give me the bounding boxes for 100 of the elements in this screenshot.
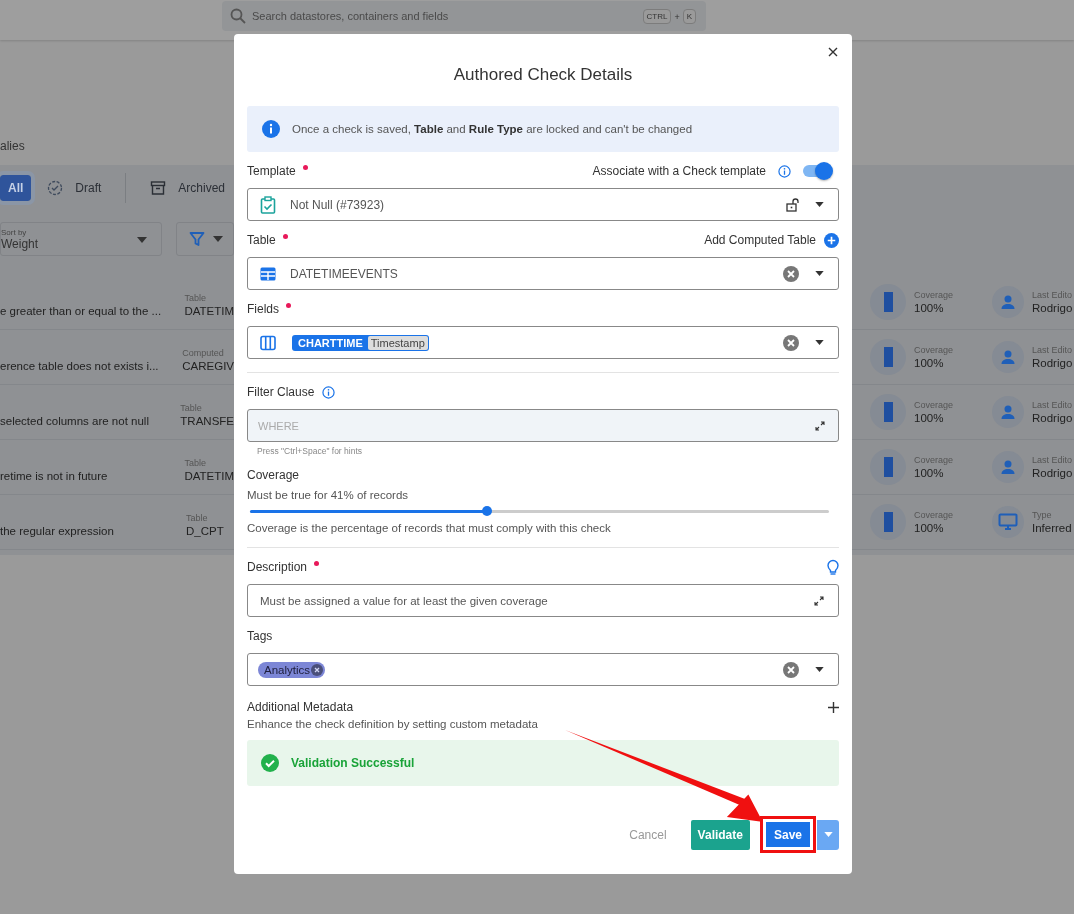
caret-icon	[823, 832, 833, 837]
save-button[interactable]: Save	[765, 822, 810, 847]
coverage-icon	[870, 394, 906, 430]
status-tab[interactable]: Archived	[144, 176, 232, 200]
filter-clause-field[interactable]: WHERE	[247, 409, 839, 442]
search-icon	[230, 8, 246, 24]
clipboard-check-icon	[260, 195, 276, 214]
slider-thumb[interactable]	[482, 506, 493, 516]
coverage-label: Coverage	[914, 510, 955, 520]
description-field[interactable]: Must be assigned a value for at least the given coverage	[247, 584, 839, 617]
clear-icon[interactable]	[783, 661, 799, 678]
table-label: Table	[184, 458, 207, 468]
meta-value: Rodrigo	[1032, 412, 1073, 424]
coverage-icon	[870, 504, 906, 540]
expand-icon[interactable]	[815, 421, 825, 431]
monitor-icon	[992, 506, 1024, 538]
table-name: D_CPT	[186, 525, 224, 537]
tag-chip[interactable]: Analytics	[258, 661, 326, 678]
table-label: Table	[186, 513, 209, 523]
coverage-value: 100%	[914, 412, 945, 424]
info-icon	[262, 120, 280, 138]
close-icon[interactable]	[828, 47, 838, 57]
template-toggle[interactable]	[803, 165, 831, 177]
field-label: Description	[247, 560, 320, 574]
plus-icon[interactable]	[828, 701, 839, 713]
coverage-label: Coverage	[914, 345, 955, 355]
caret-icon	[815, 667, 824, 672]
person-icon	[992, 396, 1024, 428]
keyboard-key: CTRL	[642, 9, 672, 24]
caret-icon	[815, 202, 824, 207]
check-description: the regular expression	[0, 525, 115, 537]
plus-circle-icon[interactable]	[824, 232, 839, 248]
table-grid-icon	[260, 266, 276, 281]
meta-value: Rodrigo	[1032, 302, 1073, 314]
meta-label: Last Edito	[1032, 455, 1073, 465]
table-name: DATETIM	[184, 305, 234, 317]
validate-button[interactable]: Validate	[690, 819, 750, 850]
tags-select[interactable]: Analytics	[247, 653, 839, 686]
coverage-note: Coverage is the percentage of records that must comply with this check	[247, 522, 612, 534]
metadata-label: Additional Metadata	[247, 700, 354, 714]
field-label: Fields	[247, 302, 291, 316]
check-description: retime is not in future	[0, 470, 109, 482]
info-icon	[778, 164, 791, 178]
coverage-label: Coverage	[914, 400, 955, 410]
field-label: Filter Clause	[247, 385, 315, 399]
meta-value: Rodrigo	[1032, 357, 1073, 369]
lightbulb-icon[interactable]	[827, 558, 839, 576]
template-select[interactable]: Not Null (#73923)	[247, 188, 839, 221]
plus-sign: +	[674, 11, 680, 22]
add-computed-table-link[interactable]: Add Computed Table	[704, 233, 816, 247]
cancel-button[interactable]: Cancel	[623, 826, 673, 843]
person-icon	[992, 286, 1024, 318]
archive-box-icon	[150, 180, 167, 196]
coverage-value: 100%	[914, 467, 945, 479]
coverage-value: 100%	[914, 357, 945, 369]
page-heading: alies	[0, 139, 25, 153]
meta-label: Last Edito	[1032, 290, 1073, 300]
coverage-icon	[870, 339, 906, 375]
coverage-value: 100%	[914, 522, 945, 534]
meta-value: Inferred	[1032, 522, 1072, 534]
columns-icon	[260, 334, 276, 351]
check-circle-icon	[261, 754, 279, 772]
remove-tag-icon[interactable]	[311, 663, 324, 676]
info-message: Once a check is saved, Table and Rule Type are locked and can't be changed	[292, 123, 693, 135]
meta-value: Rodrigo	[1032, 467, 1073, 479]
fields-select[interactable]: CHARTTIME Timestamp	[247, 326, 839, 359]
coverage-icon	[870, 284, 906, 320]
metadata-note: Enhance the check definition by setting custom metadata	[247, 718, 539, 730]
expand-icon[interactable]	[814, 595, 824, 606]
table-label: Table	[184, 293, 207, 303]
info-icon	[322, 385, 336, 399]
table-select[interactable]: DATETIMEEVENTS	[247, 257, 839, 290]
field-label: Tags	[247, 629, 273, 643]
sort-dropdown[interactable]: Sort by Weight	[0, 222, 162, 256]
field-chip[interactable]: CHARTTIME Timestamp	[292, 334, 429, 351]
filter-icon	[188, 231, 205, 247]
save-options-button[interactable]	[817, 819, 839, 850]
table-name: TRANSFE	[180, 415, 234, 427]
meta-label: Type	[1032, 510, 1053, 520]
unlocked-padlock-icon	[786, 197, 799, 212]
check-description: e greater than or equal to the ...	[0, 305, 163, 317]
field-label: Template	[247, 164, 308, 178]
table-label: Table	[180, 403, 203, 413]
meta-label: Last Edito	[1032, 345, 1073, 355]
coverage-label: Coverage	[914, 455, 955, 465]
person-icon	[992, 451, 1024, 483]
caret-icon	[136, 237, 147, 243]
hint-text: Press "Ctrl+Space" for hints	[257, 446, 363, 456]
caret-icon	[212, 236, 223, 242]
check-description: erence table does not exists i...	[0, 360, 160, 372]
clear-icon[interactable]	[783, 265, 799, 282]
clear-icon[interactable]	[783, 334, 799, 351]
coverage-icon	[870, 449, 906, 485]
check-description: selected columns are not null	[0, 415, 150, 427]
dialog-title: Authored Check Details	[452, 65, 634, 85]
table-name: DATETIM	[184, 470, 234, 482]
coverage-value: 100%	[914, 302, 945, 314]
status-tab[interactable]: Draft	[41, 176, 108, 200]
field-label: Table	[247, 233, 288, 247]
meta-label: Last Edito	[1032, 400, 1073, 410]
